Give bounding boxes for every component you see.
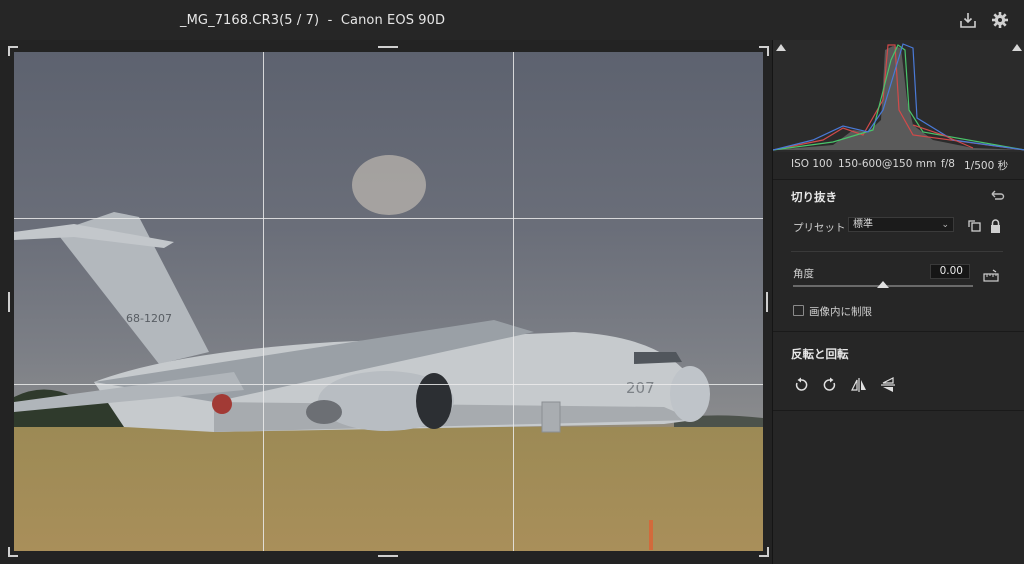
crop-handle-left[interactable]: [8, 292, 10, 312]
document-title: _MG_7168.CR3(5 / 7) - Canon EOS 90D: [180, 13, 446, 28]
rotate-left-icon[interactable]: [793, 377, 809, 393]
tail-code-text: 68-1207: [126, 312, 172, 325]
rotate-right-icon[interactable]: [822, 377, 838, 393]
edit-panel: ISO 100 150-600@150 mm f/8 1/500 秒 切り抜き …: [772, 40, 1024, 564]
preset-select[interactable]: 標準 ⌄: [848, 217, 954, 232]
angle-label: 角度: [793, 268, 814, 280]
download-icon[interactable]: [959, 11, 977, 29]
angle-value-input[interactable]: 0.00: [930, 264, 970, 279]
divider: [791, 251, 1003, 252]
constrain-checkbox[interactable]: [793, 305, 804, 316]
grid-line-v1: [263, 52, 264, 551]
histogram-graph: [773, 43, 1024, 151]
flip-horizontal-icon[interactable]: [851, 377, 867, 393]
crop-handle-top[interactable]: [378, 46, 398, 48]
shadow-clipping-icon[interactable]: [776, 44, 786, 51]
angle-slider-thumb[interactable]: [877, 281, 889, 288]
reset-icon[interactable]: [989, 187, 1005, 203]
meta-iso: ISO 100: [791, 158, 833, 170]
rotate-crop-icon[interactable]: [966, 218, 982, 234]
crop-handle-bottom-left[interactable]: [8, 547, 18, 557]
divider: [773, 179, 1024, 180]
gear-icon[interactable]: [991, 11, 1009, 29]
crop-handle-top-left[interactable]: [8, 46, 18, 56]
chevron-down-icon: ⌄: [941, 220, 949, 230]
title-bar: _MG_7168.CR3(5 / 7) - Canon EOS 90D: [0, 0, 1024, 41]
crop-handle-bottom-right[interactable]: [759, 547, 769, 557]
grid-line-v2: [513, 52, 514, 551]
meta-lens: 150-600@150 mm: [838, 158, 937, 170]
nose-number-text: 207: [626, 379, 655, 397]
constrain-label: 画像内に制限: [809, 306, 872, 318]
photo-c2-aircraft[interactable]: 68-1207 207: [14, 52, 763, 551]
straighten-tool-icon[interactable]: [983, 268, 999, 284]
preset-label: プリセット: [793, 222, 846, 234]
aircraft-illustration: 68-1207 207: [14, 155, 763, 551]
grid-line-h1: [14, 218, 763, 219]
flip-vertical-icon[interactable]: [880, 377, 896, 393]
lock-icon[interactable]: [987, 218, 1003, 234]
crop-section-title: 切り抜き: [791, 190, 837, 204]
highlight-clipping-icon[interactable]: [1012, 44, 1022, 51]
divider: [773, 331, 1024, 332]
histogram: [773, 40, 1024, 152]
crop-handle-right[interactable]: [766, 292, 768, 312]
transform-section-title: 反転と回転: [791, 347, 849, 361]
divider: [773, 410, 1024, 411]
grid-line-h2: [14, 384, 763, 385]
crop-handle-top-right[interactable]: [759, 46, 769, 56]
preset-value: 標準: [853, 219, 873, 230]
meta-aperture: f/8: [941, 158, 955, 170]
meta-shutter: 1/500 秒: [964, 160, 1009, 172]
crop-handle-bottom[interactable]: [378, 555, 398, 557]
